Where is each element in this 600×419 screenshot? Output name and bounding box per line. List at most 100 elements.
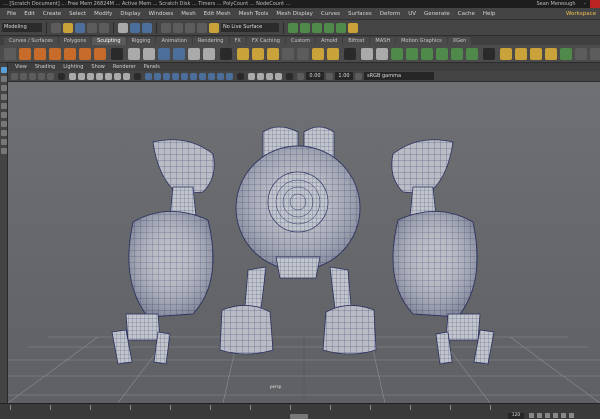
pinch-brush-icon[interactable] bbox=[560, 47, 572, 60]
separate-icon[interactable] bbox=[143, 47, 155, 60]
menu-cache[interactable]: Cache bbox=[454, 11, 479, 17]
xray-icon[interactable] bbox=[257, 72, 264, 80]
play-forward-icon[interactable] bbox=[553, 413, 558, 418]
uv-editor-icon[interactable] bbox=[391, 47, 403, 60]
step-back-icon[interactable] bbox=[537, 413, 542, 418]
use-lights-icon[interactable] bbox=[181, 72, 188, 80]
xray-joints-icon[interactable] bbox=[266, 72, 273, 80]
shelf-tab-fx-caching[interactable]: FX Caching bbox=[246, 37, 285, 45]
outliner-layout-icon[interactable] bbox=[0, 148, 7, 154]
automatic-map-icon[interactable] bbox=[421, 47, 433, 60]
play-backward-icon[interactable] bbox=[545, 413, 550, 418]
shelf-tab-motion-graphics[interactable]: Motion Graphics bbox=[396, 37, 447, 45]
rotate-tool-icon[interactable] bbox=[0, 103, 7, 109]
shelf-tab-arnold[interactable]: Arnold bbox=[316, 37, 343, 45]
shelf-tab-mash[interactable]: MASH bbox=[370, 37, 396, 45]
time-slider[interactable]: 120 bbox=[0, 403, 600, 419]
redo-icon[interactable] bbox=[99, 22, 109, 33]
menu-windows[interactable]: Windows bbox=[145, 11, 178, 17]
relax-brush-icon[interactable] bbox=[530, 47, 542, 60]
snap-point-icon[interactable] bbox=[185, 22, 195, 33]
snap-grid-icon[interactable] bbox=[161, 22, 171, 33]
go-to-end-icon[interactable] bbox=[569, 413, 574, 418]
menu-surfaces[interactable]: Surfaces bbox=[344, 11, 376, 17]
open-scene-icon[interactable] bbox=[63, 22, 73, 33]
move-tool-icon[interactable] bbox=[0, 94, 7, 100]
extract-icon[interactable] bbox=[158, 47, 170, 60]
new-scene-icon[interactable] bbox=[51, 22, 61, 33]
panel-menu-view[interactable]: View bbox=[11, 64, 31, 70]
menu-edit[interactable]: Edit bbox=[20, 11, 39, 17]
scale-tool-icon[interactable] bbox=[0, 112, 7, 118]
depth-of-field-icon[interactable] bbox=[226, 72, 233, 80]
reduce-icon[interactable] bbox=[203, 47, 215, 60]
minimize-button[interactable]: – bbox=[580, 0, 591, 8]
motion-blur-icon[interactable] bbox=[208, 72, 215, 80]
range-slider-handle[interactable] bbox=[290, 414, 308, 419]
image-plane-icon[interactable] bbox=[47, 72, 54, 80]
menu-select[interactable]: Select bbox=[65, 11, 90, 17]
mode-selector[interactable]: Modeling bbox=[2, 23, 42, 32]
planar-map-icon[interactable] bbox=[406, 47, 418, 60]
anti-aliasing-icon[interactable] bbox=[217, 72, 224, 80]
single-view-layout-icon[interactable] bbox=[0, 130, 7, 136]
camera-attributes-icon[interactable] bbox=[29, 72, 36, 80]
gamma-field[interactable]: 1.00 bbox=[335, 72, 353, 80]
bridge-icon[interactable] bbox=[252, 47, 264, 60]
four-view-layout-icon[interactable] bbox=[0, 139, 7, 145]
poly-cone-icon[interactable] bbox=[64, 47, 76, 60]
camera-select-icon[interactable] bbox=[11, 72, 18, 80]
paint-select-icon[interactable] bbox=[0, 85, 7, 91]
panel-menu-renderer[interactable]: Renderer bbox=[109, 64, 140, 70]
extrude-icon[interactable] bbox=[237, 47, 249, 60]
backface-culling-icon[interactable] bbox=[275, 72, 282, 80]
textured-icon[interactable] bbox=[172, 72, 179, 80]
safe-action-icon[interactable] bbox=[114, 72, 121, 80]
resolution-gate-icon[interactable] bbox=[87, 72, 94, 80]
snap-view-plane-icon[interactable] bbox=[197, 22, 207, 33]
view-transform-select[interactable]: sRGB gamma bbox=[364, 72, 434, 80]
wireframe-icon[interactable] bbox=[145, 72, 152, 80]
poly-cylinder-icon[interactable] bbox=[49, 47, 61, 60]
shelf-tab-rigging[interactable]: Rigging bbox=[126, 37, 156, 45]
fill-hole-icon[interactable] bbox=[297, 47, 309, 60]
smooth-shade-icon[interactable] bbox=[154, 72, 161, 80]
render-current-frame-icon[interactable] bbox=[300, 22, 310, 33]
smooth-brush-icon[interactable] bbox=[515, 47, 527, 60]
save-scene-icon[interactable] bbox=[75, 22, 85, 33]
menu-uv[interactable]: UV bbox=[404, 11, 420, 17]
make-live-icon[interactable] bbox=[209, 22, 219, 33]
field-chart-icon[interactable] bbox=[105, 72, 112, 80]
bookmark-icon[interactable] bbox=[38, 72, 45, 80]
color-management-icon[interactable] bbox=[355, 72, 362, 80]
poly-torus-icon[interactable] bbox=[79, 47, 91, 60]
shelf-tab-xgen[interactable]: XGen bbox=[447, 37, 472, 45]
shelf-menu-icon[interactable] bbox=[4, 47, 16, 60]
ambient-occlusion-icon[interactable] bbox=[199, 72, 206, 80]
ipr-render-icon[interactable] bbox=[312, 22, 322, 33]
go-to-start-icon[interactable] bbox=[529, 413, 534, 418]
viewport-persp[interactable]: persp bbox=[8, 82, 600, 403]
bevel-icon[interactable] bbox=[267, 47, 279, 60]
select-object-icon[interactable] bbox=[130, 22, 140, 33]
snap-curve-icon[interactable] bbox=[173, 22, 183, 33]
freeze-icon[interactable] bbox=[575, 47, 587, 60]
grid-icon[interactable] bbox=[69, 72, 76, 80]
select-tool-icon[interactable] bbox=[0, 67, 7, 73]
step-forward-icon[interactable] bbox=[561, 413, 566, 418]
unfold-uv-icon[interactable] bbox=[466, 47, 478, 60]
current-frame-field[interactable]: 120 bbox=[508, 413, 524, 419]
wireframe-on-shaded-icon[interactable] bbox=[163, 72, 170, 80]
shelf-tab-animation[interactable]: Animation bbox=[156, 37, 192, 45]
menu-display[interactable]: Display bbox=[116, 11, 144, 17]
quad-draw-icon[interactable] bbox=[361, 47, 373, 60]
cut-uv-icon[interactable] bbox=[436, 47, 448, 60]
close-button[interactable] bbox=[590, 0, 600, 8]
sew-uv-icon[interactable] bbox=[451, 47, 463, 60]
select-component-icon[interactable] bbox=[142, 22, 152, 33]
menu-file[interactable]: File bbox=[3, 11, 20, 17]
menu-mesh-tools[interactable]: Mesh Tools bbox=[235, 11, 273, 17]
menu-modify[interactable]: Modify bbox=[90, 11, 116, 17]
isolate-select-icon[interactable] bbox=[248, 72, 255, 80]
hypershade-icon[interactable] bbox=[336, 22, 346, 33]
